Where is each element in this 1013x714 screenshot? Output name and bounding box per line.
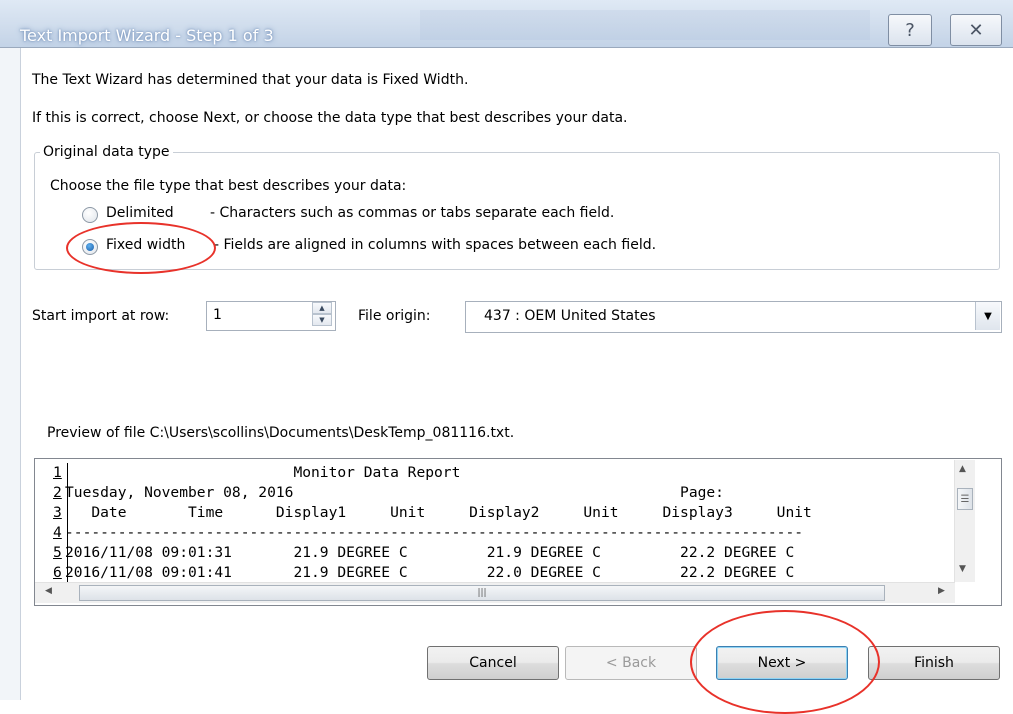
preview-row-text: Monitor Data Report: [65, 464, 461, 481]
preview-row-text: 2016/11/08 09:01:41 21.9 DEGREE C 22.0 D…: [65, 564, 795, 581]
group-legend: Original data type: [40, 144, 173, 160]
delimited-label[interactable]: Delimited: [106, 205, 174, 221]
preview-rows: 1 Monitor Data Report 2 Tuesday, Novembe…: [35, 463, 955, 583]
file-type-prompt: Choose the file type that best describes…: [50, 178, 407, 194]
delimited-radio[interactable]: [82, 207, 98, 223]
preview-vertical-scrollbar[interactable]: ▲ ☰ ▼: [954, 460, 975, 582]
window-edge: [0, 48, 21, 700]
spin-down-icon[interactable]: ▼: [312, 314, 332, 326]
vertical-scroll-thumb[interactable]: ☰: [957, 488, 973, 510]
cancel-button[interactable]: Cancel: [427, 646, 559, 680]
finish-button[interactable]: Finish: [868, 646, 1000, 680]
window-title: Text Import Wizard - Step 1 of 3: [20, 26, 274, 45]
delimited-label-text: Delimited: [106, 205, 174, 221]
scroll-down-icon[interactable]: ▼: [959, 564, 966, 574]
title-bar: Text Import Wizard - Step 1 of 3 ? ✕: [0, 0, 1013, 48]
annotation-circle-fixed-width: [66, 222, 216, 274]
horizontal-scroll-thumb[interactable]: |||: [79, 585, 885, 601]
preview-row-text: Date Time Display1 Unit Display2 Unit Di…: [65, 504, 812, 521]
scroll-up-icon[interactable]: ▲: [959, 464, 966, 474]
preview-horizontal-scrollbar[interactable]: ◀ ||| ▶: [35, 582, 955, 603]
background-ribbon-ghost: [420, 10, 870, 40]
intro-line-2: If this is correct, choose Next, or choo…: [32, 110, 628, 126]
preview-row-text: Tuesday, November 08, 2016 Page:: [65, 484, 724, 501]
spin-up-icon[interactable]: ▲: [312, 302, 332, 314]
preview-row: 3 Date Time Display1 Unit Display2 Unit …: [35, 503, 955, 523]
help-button[interactable]: ?: [888, 14, 932, 46]
preview-caption: Preview of file C:\Users\scollins\Docume…: [47, 425, 515, 441]
delimited-description: - Characters such as commas or tabs sepa…: [210, 205, 615, 221]
file-origin-label: File origin:: [358, 308, 431, 324]
start-row-spinner[interactable]: ▲ ▼: [312, 302, 332, 328]
intro-line-1: The Text Wizard has determined that your…: [32, 72, 469, 88]
scroll-right-icon[interactable]: ▶: [938, 586, 945, 596]
preview-row: 5 2016/11/08 09:01:31 21.9 DEGREE C 21.9…: [35, 543, 955, 563]
file-origin-value: 437 : OEM United States: [484, 308, 656, 324]
scroll-left-icon[interactable]: ◀: [45, 586, 52, 596]
start-row-value: 1: [213, 307, 222, 323]
back-button[interactable]: < Back: [565, 646, 697, 680]
fixed-width-description: - Fields are aligned in columns with spa…: [214, 237, 657, 253]
close-button[interactable]: ✕: [950, 14, 1002, 46]
preview-row-text: 2016/11/08 09:01:31 21.9 DEGREE C 21.9 D…: [65, 544, 795, 561]
chevron-down-icon[interactable]: ▼: [975, 302, 1000, 330]
preview-row: 6 2016/11/08 09:01:41 21.9 DEGREE C 22.0…: [35, 563, 955, 583]
preview-row: 2 Tuesday, November 08, 2016 Page:: [35, 483, 955, 503]
close-icon: ✕: [968, 19, 984, 41]
preview-row: 4 --------------------------------------…: [35, 523, 955, 543]
annotation-circle-next: [690, 610, 880, 714]
start-row-label: Start import at row:: [32, 308, 170, 324]
preview-row-text: ----------------------------------------…: [65, 524, 804, 541]
preview-row: 1 Monitor Data Report: [35, 463, 955, 483]
file-origin-select[interactable]: 437 : OEM United States: [465, 301, 1002, 333]
help-icon: ?: [905, 19, 915, 41]
